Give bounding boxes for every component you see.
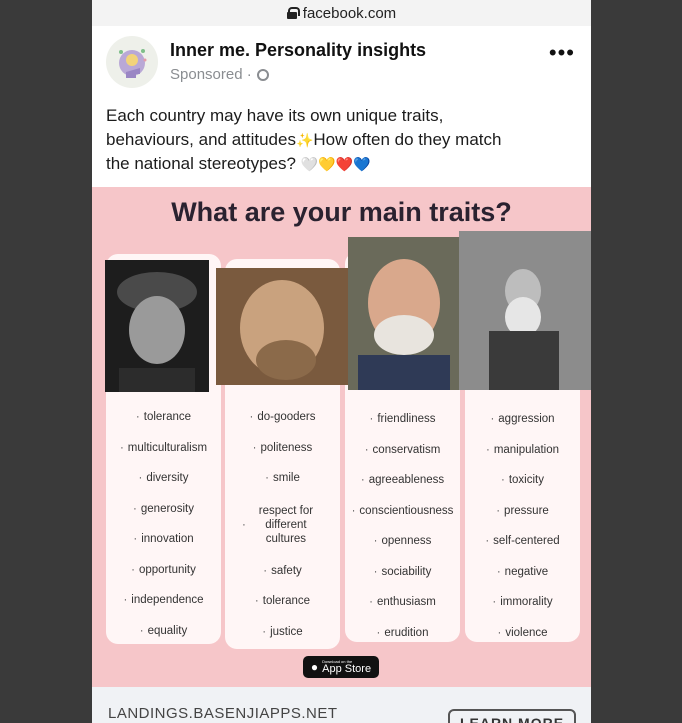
trait-item: aggression: [465, 404, 580, 435]
trait-item: openness: [345, 526, 460, 557]
sponsored-text: Sponsored ·: [170, 66, 252, 83]
cta-bar[interactable]: LANDINGS.BASENJIAPPS.NET LEARN MORE: [92, 687, 591, 723]
lock-icon: [286, 7, 300, 19]
trait-item: violence: [465, 618, 580, 649]
url-text: facebook.com: [302, 4, 397, 22]
trait-item: tolerance: [225, 586, 340, 617]
apple-icon: ●: [310, 660, 319, 674]
trait-item: enthusiasm: [345, 587, 460, 618]
trait-item: do-gooders: [225, 402, 340, 433]
portrait-photo-1: [105, 260, 209, 392]
trait-item: innovation: [106, 524, 221, 555]
app-store-text: Download on the App Store: [322, 659, 371, 675]
trait-item: erudition: [345, 618, 460, 649]
trait-list-3: friendliness conservatism agreeableness …: [345, 404, 460, 648]
facebook-post-frame: facebook.com Inner me. Personality insig…: [92, 0, 591, 723]
trait-item: self-centered: [465, 526, 580, 557]
trait-list-2: do-gooders politeness smile respect for …: [225, 402, 340, 647]
trait-item: conscientiousness: [345, 496, 460, 527]
globe-icon: [256, 68, 269, 81]
caption-line-2a: behaviours, and attitudes: [106, 130, 296, 149]
trait-item: agreeableness: [345, 465, 460, 496]
trait-item: politeness: [225, 433, 340, 464]
trait-item: diversity: [106, 463, 221, 494]
portrait-photo-4: [459, 231, 591, 390]
ad-title: What are your main traits?: [171, 197, 512, 227]
page-name[interactable]: Inner me. Personality insights: [170, 40, 426, 61]
post-caption: Each country may have its own unique tra…: [106, 104, 581, 176]
trait-item: toxicity: [465, 465, 580, 496]
portrait-photo-2: [216, 268, 350, 385]
sparkles-icon: ✨: [295, 132, 314, 148]
trait-item: immorality: [465, 587, 580, 618]
trait-item: smile: [225, 463, 340, 494]
portrait-photo-3: [348, 237, 460, 390]
hearts-icon: 🤍💛❤️💙: [300, 156, 371, 172]
trait-item: conservatism: [345, 435, 460, 466]
trait-item: equality: [106, 616, 221, 647]
sponsored-label: Sponsored ·: [170, 66, 269, 83]
trait-list-4: aggression manipulation toxicity pressur…: [465, 404, 580, 648]
trait-item: tolerance: [106, 402, 221, 433]
page-avatar[interactable]: [106, 36, 158, 88]
link-domain: LANDINGS.BASENJIAPPS.NET: [108, 705, 338, 722]
caption-line-3-text: the national stereotypes?: [106, 154, 296, 173]
caption-line-2b: How often do they match: [313, 130, 502, 149]
caption-line-1: Each country may have its own unique tra…: [106, 106, 444, 125]
trait-item: justice: [225, 617, 340, 648]
trait-list-1: tolerance multiculturalism diversity gen…: [106, 402, 221, 646]
trait-item: manipulation: [465, 435, 580, 466]
address-bar[interactable]: facebook.com: [92, 0, 591, 26]
learn-more-button[interactable]: LEARN MORE: [448, 709, 576, 723]
trait-item: multiculturalism: [106, 433, 221, 464]
trait-item: negative: [465, 557, 580, 588]
app-store-big-text: App Store: [322, 663, 372, 675]
brain-head-icon: [119, 49, 147, 78]
caption-line-3: the national stereotypes? 🤍💛❤️💙: [106, 152, 581, 176]
trait-item: sociability: [345, 557, 460, 588]
trait-item: generosity: [106, 494, 221, 525]
caption-line-2: behaviours, and attitudes✨How often do t…: [106, 128, 581, 152]
more-options-icon[interactable]: •••: [549, 42, 575, 64]
ad-creative[interactable]: What are your main traits? tolerance mul…: [92, 187, 591, 687]
trait-item: opportunity: [106, 555, 221, 586]
trait-item: pressure: [465, 496, 580, 527]
trait-item: friendliness: [345, 404, 460, 435]
trait-item: independence: [106, 585, 221, 616]
app-store-badge[interactable]: ● Download on the App Store: [303, 656, 379, 678]
trait-item: respect for different cultures: [242, 494, 322, 556]
trait-item: safety: [225, 556, 340, 587]
